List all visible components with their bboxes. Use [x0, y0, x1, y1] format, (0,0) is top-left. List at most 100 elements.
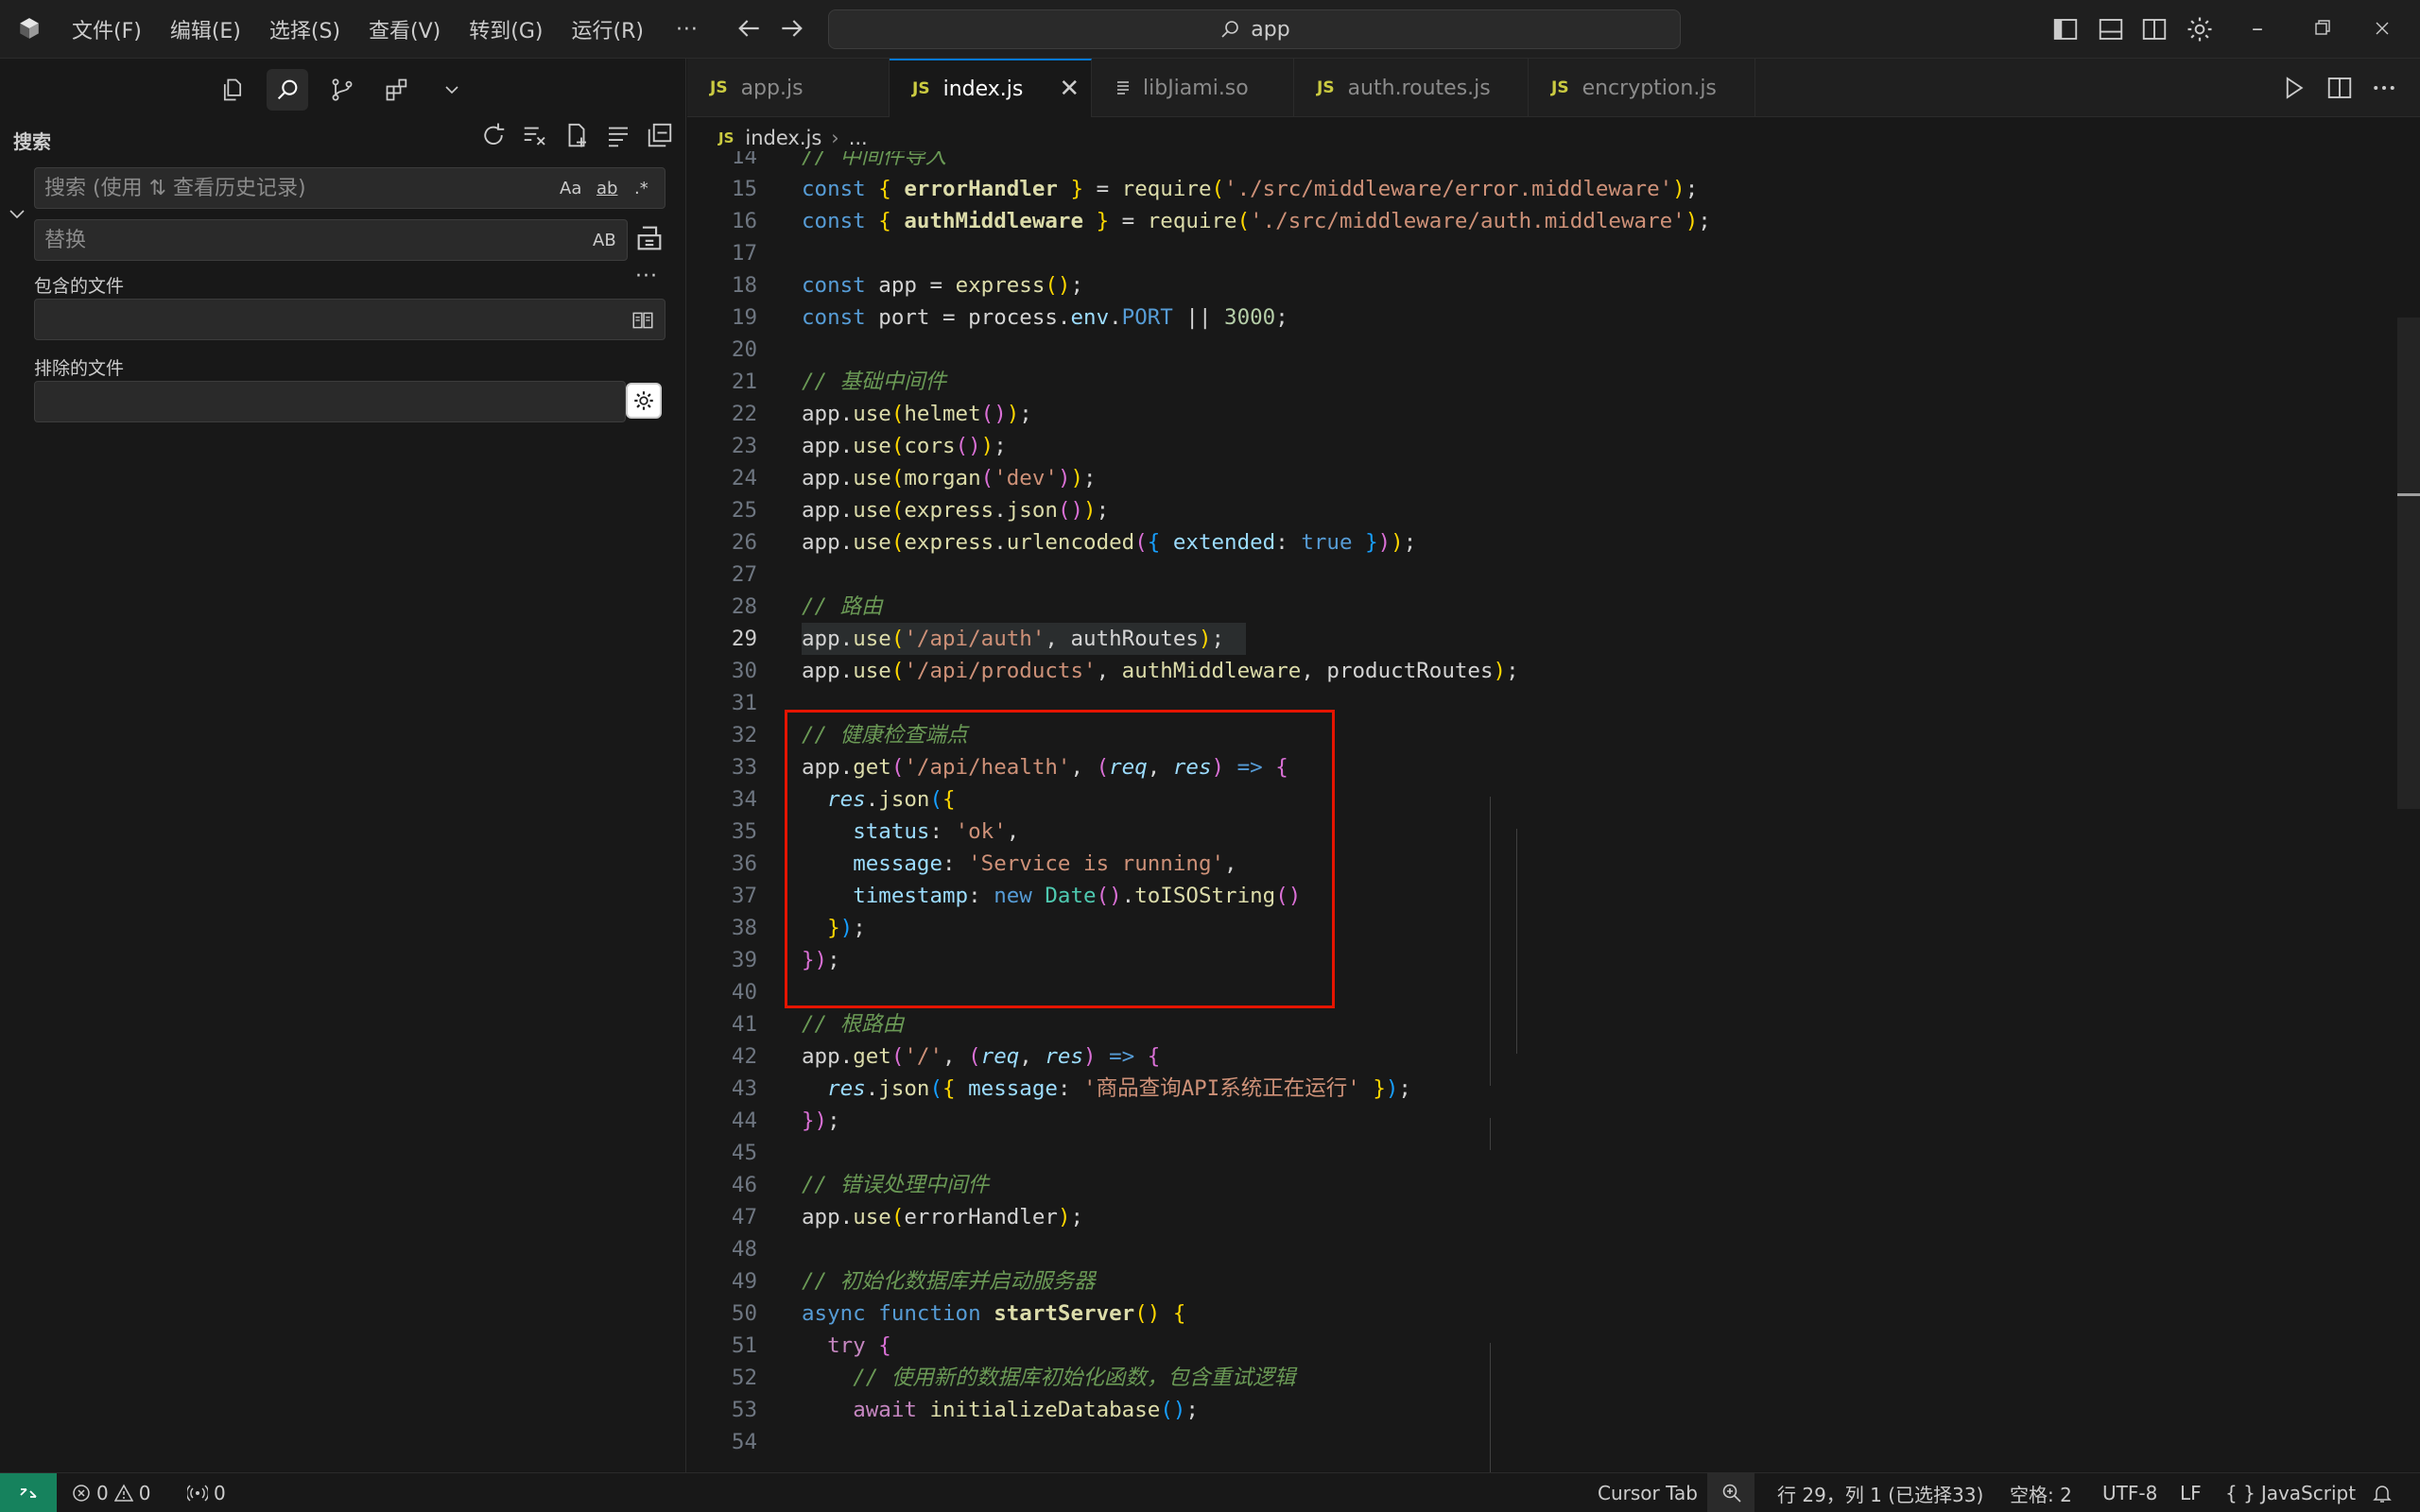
- code-line-47: 47 app.use(errorHandler);: [687, 1201, 2389, 1233]
- close-window-icon[interactable]: [2363, 11, 2401, 45]
- restore-window-icon[interactable]: [2303, 11, 2341, 45]
- forward-arrow-icon[interactable]: [777, 13, 807, 43]
- line-number: 48: [731, 1237, 757, 1262]
- code-line-37: 37 timestamp: new Date().toISOString(): [687, 880, 2389, 912]
- command-center-search[interactable]: app: [828, 9, 1681, 49]
- extensions-tab[interactable]: [376, 69, 418, 111]
- cursor-tab-status[interactable]: Cursor Tab: [1598, 1473, 1698, 1512]
- cursor-position[interactable]: 行 29，列 1 (已选择33): [1777, 1473, 1983, 1512]
- js-file-icon: JS: [1317, 78, 1335, 97]
- ports-indicator[interactable]: 0: [187, 1473, 226, 1512]
- code-line-53: 53 await initializeDatabase();: [687, 1394, 2389, 1426]
- code-line-25: 25 app.use(express.json());: [687, 494, 2389, 526]
- source-control-tab[interactable]: [321, 69, 363, 111]
- menu-edit[interactable]: 编辑(E): [170, 14, 241, 44]
- more-actions-icon[interactable]: [2370, 74, 2398, 102]
- new-search-editor-icon[interactable]: [562, 121, 591, 149]
- minimize-button[interactable]: –: [2238, 11, 2276, 45]
- code-line-38: 38 });: [687, 912, 2389, 944]
- close-tab-icon[interactable]: ✕: [1059, 75, 1080, 103]
- breadcrumb-symbol[interactable]: ...: [849, 127, 868, 149]
- code-line-50: 50 async function startServer() {: [687, 1297, 2389, 1330]
- use-regex-toggle[interactable]: .*: [634, 176, 648, 202]
- breadcrumb-separator: ›: [831, 127, 839, 149]
- more-views-dropdown[interactable]: [431, 69, 473, 111]
- code-line-51: 51 try {: [687, 1330, 2389, 1362]
- cursor-logo-icon: [20, 18, 39, 39]
- match-case-toggle[interactable]: Aa: [560, 176, 581, 202]
- code-editor[interactable]: 14// 中间件导入 15 const { errorHandler } = re…: [687, 151, 2420, 1472]
- line-number: 20: [731, 337, 757, 362]
- toggle-secondary-sidebar-icon[interactable]: [2140, 15, 2169, 43]
- menu-view[interactable]: 查看(V): [369, 14, 441, 44]
- title-bar: 文件(F) 编辑(E) 选择(S) 查看(V) 转到(G) 运行(R) ··· …: [0, 0, 2420, 59]
- search-tab[interactable]: [267, 69, 308, 111]
- eol-status[interactable]: LF: [2180, 1473, 2202, 1512]
- notifications-bell-icon[interactable]: [2371, 1482, 2394, 1504]
- line-number: 38: [731, 916, 757, 940]
- include-files-input[interactable]: [35, 300, 665, 339]
- clear-results-icon[interactable]: [521, 121, 549, 149]
- tab-index-js[interactable]: JS index.js ✕: [890, 59, 1092, 117]
- line-number: 18: [731, 273, 757, 298]
- tab-auth-routes-js[interactable]: JS auth.routes.js: [1294, 59, 1529, 117]
- problems-indicator[interactable]: 0 0: [72, 1473, 150, 1512]
- run-icon[interactable]: [2279, 74, 2308, 102]
- split-editor-icon[interactable]: [2325, 74, 2354, 102]
- menu-run[interactable]: 运行(R): [571, 14, 643, 44]
- menu-file[interactable]: 文件(F): [72, 14, 142, 44]
- explorer-tab[interactable]: [212, 69, 253, 111]
- breadcrumb: JS index.js › ...: [718, 123, 868, 153]
- replace-all-icon[interactable]: [633, 222, 666, 254]
- line-number: 24: [731, 466, 757, 490]
- breadcrumb-file[interactable]: index.js: [745, 127, 821, 149]
- refresh-icon[interactable]: [479, 121, 508, 149]
- tab-label: encryption.js: [1582, 76, 1717, 100]
- encoding-status[interactable]: UTF-8: [2102, 1473, 2157, 1512]
- line-number: 34: [731, 787, 757, 812]
- tab-libjiami-so[interactable]: libJiami.so: [1092, 59, 1294, 117]
- line-number: 51: [731, 1333, 757, 1358]
- replace-input[interactable]: [35, 220, 627, 260]
- line-number: 53: [731, 1398, 757, 1422]
- exclude-files-field: [34, 381, 626, 422]
- exclude-files-input[interactable]: [35, 382, 625, 421]
- code-line-40: 40: [687, 976, 2389, 1008]
- line-number: 28: [731, 594, 757, 619]
- preserve-case-toggle[interactable]: AB: [593, 228, 616, 254]
- code-line-33: 33 app.get('/api/health', (req, res) => {: [687, 751, 2389, 783]
- line-number: 46: [731, 1173, 757, 1197]
- menu-go[interactable]: 转到(G): [469, 14, 543, 44]
- toggle-replace-chevron-icon[interactable]: [6, 202, 28, 225]
- code-line-26: 26 app.use(express.urlencoded({ extended:…: [687, 526, 2389, 558]
- match-whole-word-toggle[interactable]: ab: [596, 176, 617, 202]
- menu-more[interactable]: ···: [676, 18, 699, 42]
- line-number: 36: [731, 851, 757, 876]
- code-line-32: 32// 健康检查端点: [687, 719, 2389, 751]
- use-exclude-settings-button[interactable]: [626, 383, 662, 419]
- js-file-icon: JS: [710, 78, 728, 97]
- view-as-tree-icon[interactable]: [604, 121, 632, 149]
- language-mode[interactable]: { } JavaScript: [2225, 1473, 2356, 1512]
- command-center-text: app: [1251, 17, 1290, 42]
- line-number: 26: [731, 530, 757, 555]
- line-number: 29: [731, 627, 757, 651]
- tab-encryption-js[interactable]: JS encryption.js: [1529, 59, 1755, 117]
- editor-scrollbar[interactable]: [2397, 318, 2420, 809]
- indentation-status[interactable]: 空格: 2: [2010, 1473, 2072, 1512]
- tab-app-js[interactable]: JS app.js: [687, 59, 890, 117]
- line-number: 42: [731, 1044, 757, 1069]
- search-details-toggle[interactable]: ···: [635, 265, 658, 288]
- toggle-primary-sidebar-icon[interactable]: [2051, 15, 2080, 43]
- code-line-22: 22 app.use(helmet());: [687, 398, 2389, 430]
- remote-indicator[interactable]: [0, 1473, 57, 1512]
- line-number: 16: [731, 209, 757, 233]
- menu-selection[interactable]: 选择(S): [269, 14, 340, 44]
- toggle-panel-icon[interactable]: [2097, 15, 2125, 43]
- chevron-down-icon: [445, 86, 458, 94]
- open-editors-only-icon[interactable]: [631, 308, 655, 333]
- collapse-all-icon[interactable]: [646, 121, 674, 149]
- back-arrow-icon[interactable]: [734, 13, 764, 43]
- settings-gear-icon[interactable]: [2186, 15, 2214, 43]
- tab-label: auth.routes.js: [1347, 76, 1491, 100]
